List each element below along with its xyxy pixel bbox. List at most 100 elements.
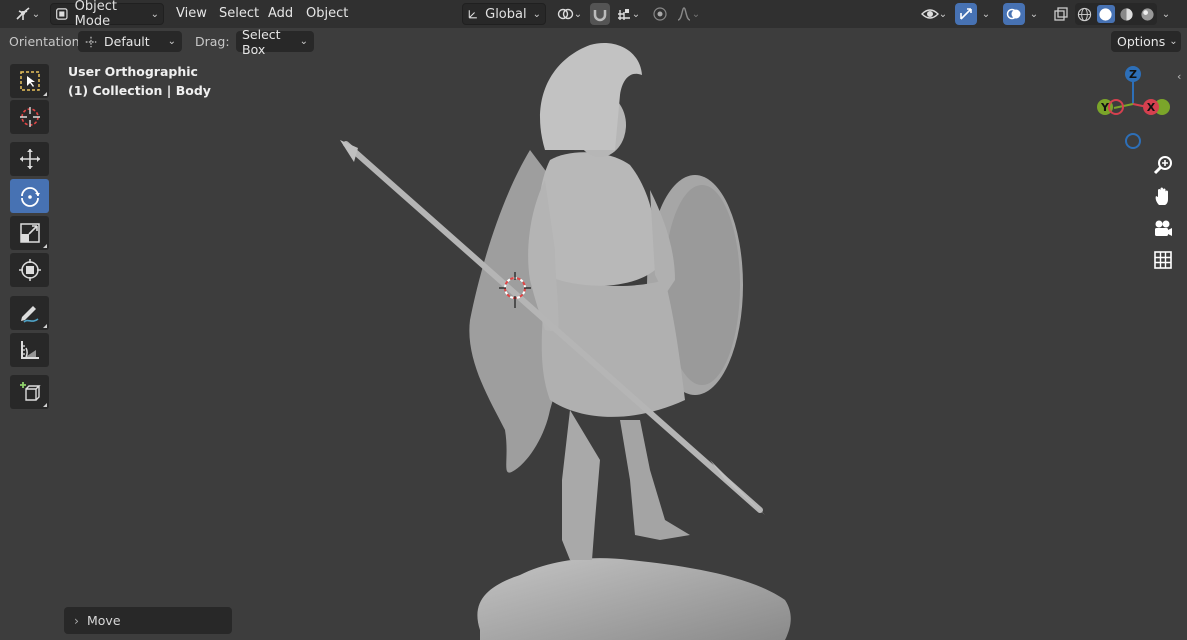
- pan-button[interactable]: [1148, 182, 1178, 212]
- tool-select-box[interactable]: [10, 64, 49, 98]
- measure-icon: [20, 341, 39, 359]
- solid-sphere-icon: [1099, 7, 1112, 21]
- chevron-down-icon: ⌄: [981, 8, 991, 20]
- zoom-icon: [1153, 156, 1172, 175]
- falloff-curve-icon: [677, 7, 691, 21]
- orientation-gizmo-icon: [85, 36, 97, 47]
- tool-annotate[interactable]: [10, 296, 49, 330]
- chevron-down-icon: ⌄: [299, 36, 308, 47]
- chevron-down-icon: ⌄: [1169, 36, 1178, 47]
- eye-icon: [920, 9, 939, 19]
- visibility-dropdown[interactable]: ⌄: [917, 3, 951, 25]
- z-axis-label: Z: [1129, 68, 1137, 81]
- overlays-toggle[interactable]: [1003, 3, 1025, 25]
- proportional-falloff-dropdown[interactable]: ⌄: [672, 3, 704, 25]
- menu-select[interactable]: Select: [219, 4, 259, 24]
- camera-icon: [1155, 220, 1172, 236]
- snap-toggle[interactable]: [590, 3, 610, 25]
- tool-scale[interactable]: [10, 216, 49, 250]
- tool-move[interactable]: [10, 142, 49, 176]
- submenu-corner: [43, 324, 47, 328]
- chevron-down-icon: ⌄: [631, 8, 641, 20]
- overlays-dropdown[interactable]: ⌄: [1026, 3, 1042, 25]
- chevron-down-icon: ⌄: [31, 8, 41, 20]
- proportional-edit-toggle[interactable]: [650, 3, 670, 25]
- collection-info: (1) Collection | Body: [68, 83, 211, 98]
- tool-measure[interactable]: [10, 333, 49, 367]
- rotate-icon: [20, 187, 40, 207]
- drag-dropdown[interactable]: Select Box ⌄: [236, 27, 314, 57]
- mode-label: Object Mode: [74, 0, 117, 29]
- orientation-setting-label: Orientation:: [9, 34, 84, 49]
- view-name: User Orthographic: [68, 64, 198, 79]
- snap-target-dropdown[interactable]: ⌄: [611, 3, 645, 25]
- chevron-down-icon: ⌄: [1161, 8, 1171, 20]
- x-axis-label: X: [1147, 101, 1156, 114]
- submenu-corner: [43, 92, 47, 96]
- gizmo-toggle[interactable]: [955, 3, 977, 25]
- xray-toggle[interactable]: [1051, 3, 1071, 25]
- spartan-statue-model[interactable]: [330, 40, 800, 640]
- sidebar-toggle-icon[interactable]: ‹: [1177, 70, 1187, 84]
- grid-icon: [1154, 251, 1172, 269]
- orientation-dropdown[interactable]: Default ⌄: [78, 31, 182, 52]
- shading-modes: [1075, 3, 1157, 25]
- wireframe-shading-button[interactable]: [1076, 5, 1094, 23]
- tool-add-cube[interactable]: [10, 375, 49, 409]
- cursor-icon: [19, 107, 40, 127]
- transform-orientation-dropdown[interactable]: Global ⌄: [462, 3, 546, 25]
- chevron-down-icon: ⌄: [1029, 8, 1039, 20]
- wireframe-sphere-icon: [1077, 7, 1092, 21]
- material-shading-button[interactable]: [1118, 5, 1136, 23]
- chevron-down-icon: ⌄: [167, 36, 176, 47]
- last-operator-label: Move: [87, 613, 121, 628]
- orientation-axes-icon: [468, 10, 477, 19]
- 3d-cursor-icon[interactable]: [499, 272, 531, 308]
- orientation-value: Default: [104, 34, 150, 49]
- snap-grid-icon: [617, 9, 630, 20]
- editor-type-button[interactable]: ⌄: [10, 3, 44, 25]
- navigation-gizmo[interactable]: Z Y X: [1092, 62, 1172, 152]
- menu-add[interactable]: Add: [268, 4, 293, 24]
- tool-cursor[interactable]: [10, 100, 49, 134]
- chevron-right-icon: ›: [74, 613, 79, 628]
- material-sphere-icon: [1120, 7, 1133, 21]
- menu-object[interactable]: Object: [306, 4, 348, 24]
- submenu-corner: [43, 403, 47, 407]
- chevron-down-icon: ⌄: [532, 8, 541, 20]
- viewport-header: ⌄ Object Mode ⌄ View Select Add Object G…: [0, 0, 1187, 29]
- add-cube-icon: [19, 382, 41, 401]
- solid-shading-button[interactable]: [1096, 5, 1115, 23]
- camera-view-button[interactable]: [1148, 214, 1178, 244]
- tool-rotate[interactable]: [10, 179, 49, 213]
- shading-dropdown[interactable]: ⌄: [1158, 3, 1174, 25]
- hand-pan-icon: [1155, 187, 1168, 205]
- chevron-down-icon: ⌄: [938, 8, 948, 20]
- gizmo-dropdown[interactable]: ⌄: [978, 3, 994, 25]
- pivot-icon: [557, 8, 573, 20]
- menu-view[interactable]: View: [176, 4, 207, 24]
- scale-icon: [19, 223, 40, 243]
- neg-z-axis-handle[interactable]: [1125, 133, 1141, 149]
- perspective-toggle-button[interactable]: [1148, 245, 1178, 275]
- pivot-point-button[interactable]: ⌄: [553, 3, 585, 25]
- rendered-sphere-icon: [1141, 7, 1154, 21]
- zoom-button[interactable]: [1148, 150, 1178, 180]
- drag-value: Select Box: [242, 26, 281, 57]
- drag-setting-label: Drag:: [195, 34, 230, 49]
- y-axis-label: Y: [1100, 101, 1110, 114]
- gizmo-arrows-icon: [960, 8, 972, 20]
- overlays-icon: [1006, 8, 1021, 20]
- chevron-down-icon: ⌄: [691, 8, 701, 20]
- mode-dropdown[interactable]: Object Mode ⌄: [50, 0, 164, 29]
- last-operator-panel[interactable]: › Move: [64, 607, 232, 634]
- orientation-label: Global: [485, 6, 527, 22]
- magnet-icon: [593, 10, 607, 22]
- options-dropdown[interactable]: Options ⌄: [1111, 31, 1181, 52]
- move-icon: [19, 149, 40, 169]
- rendered-shading-button[interactable]: [1139, 5, 1157, 23]
- tool-transform[interactable]: [10, 253, 49, 287]
- proportional-icon: [653, 7, 667, 21]
- axes-editor-icon: [16, 7, 30, 20]
- select-box-icon: [19, 71, 40, 91]
